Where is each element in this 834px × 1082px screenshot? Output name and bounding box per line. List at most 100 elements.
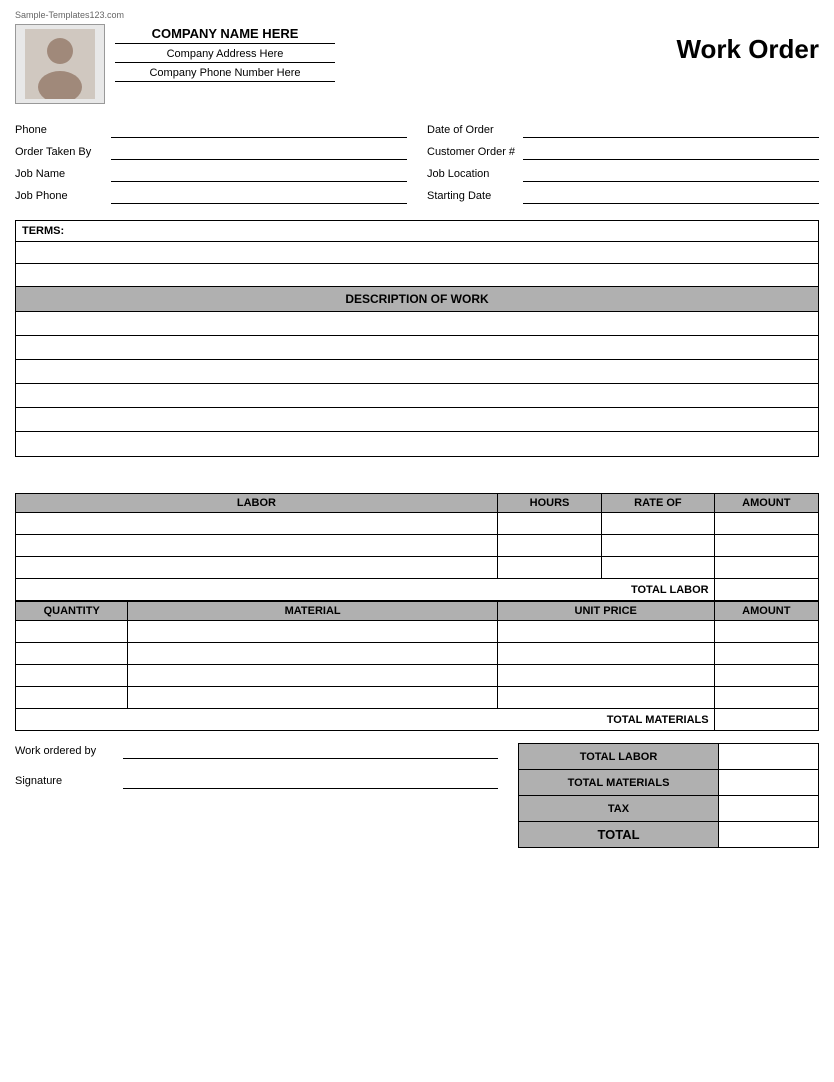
mat-row-1-amount[interactable] bbox=[714, 621, 818, 643]
summary-section: Work ordered by Signature TOTAL LABOR TO… bbox=[15, 743, 819, 848]
input-job-phone[interactable] bbox=[111, 188, 407, 204]
desc-row-3 bbox=[16, 360, 818, 384]
mat-row-1-material[interactable] bbox=[128, 621, 497, 643]
label-job-name: Job Name bbox=[15, 168, 105, 180]
form-row-date: Date of Order bbox=[427, 122, 819, 138]
mat-col-unit-price: UNIT PRICE bbox=[497, 602, 714, 621]
totals-value-tax[interactable] bbox=[719, 796, 819, 822]
work-ordered-by-label: Work ordered by bbox=[15, 745, 115, 757]
totals-row-total: TOTAL bbox=[519, 822, 819, 848]
company-phone: Company Phone Number Here bbox=[115, 67, 335, 82]
mat-row-3-material[interactable] bbox=[128, 665, 497, 687]
form-grid: Phone Order Taken By Job Name Job Phone bbox=[15, 122, 819, 204]
mat-row-3-qty[interactable] bbox=[16, 665, 128, 687]
form-section: Phone Order Taken By Job Name Job Phone bbox=[15, 122, 819, 204]
mat-row-2-unit-price[interactable] bbox=[497, 643, 714, 665]
avatar bbox=[15, 24, 105, 104]
labor-col-rate: RATE OF bbox=[602, 494, 714, 513]
desc-row-6 bbox=[16, 432, 818, 456]
labor-col-labor: LABOR bbox=[16, 494, 498, 513]
form-row-starting-date: Starting Date bbox=[427, 188, 819, 204]
totals-value-total[interactable] bbox=[719, 822, 819, 848]
mat-row-2-material[interactable] bbox=[128, 643, 497, 665]
materials-table: QUANTITY MATERIAL UNIT PRICE AMOUNT bbox=[15, 601, 819, 731]
labor-total-value[interactable] bbox=[714, 579, 818, 601]
totals-section: TOTAL LABOR TOTAL MATERIALS TAX TOTAL bbox=[518, 743, 819, 848]
form-row-job-phone: Job Phone bbox=[15, 188, 407, 204]
terms-row-1 bbox=[16, 242, 818, 264]
label-job-location: Job Location bbox=[427, 168, 517, 180]
desc-row-5 bbox=[16, 408, 818, 432]
terms-row-2 bbox=[16, 264, 818, 286]
label-order-taken: Order Taken By bbox=[15, 146, 105, 158]
mat-row-1 bbox=[16, 621, 819, 643]
totals-label-total: TOTAL bbox=[519, 822, 719, 848]
mat-col-qty: QUANTITY bbox=[16, 602, 128, 621]
mat-row-1-unit-price[interactable] bbox=[497, 621, 714, 643]
company-name: COMPANY NAME HERE bbox=[115, 26, 335, 44]
label-date: Date of Order bbox=[427, 124, 517, 136]
labor-row-2-rate[interactable] bbox=[602, 535, 714, 557]
labor-row-2-amount[interactable] bbox=[714, 535, 818, 557]
totals-label-labor: TOTAL LABOR bbox=[519, 744, 719, 770]
mat-row-2-qty[interactable] bbox=[16, 643, 128, 665]
labor-col-amount: AMOUNT bbox=[714, 494, 818, 513]
company-info: COMPANY NAME HERE Company Address Here C… bbox=[115, 24, 335, 86]
input-date[interactable] bbox=[523, 122, 819, 138]
description-header: DESCRIPTION OF WORK bbox=[16, 287, 818, 312]
mat-row-4-qty[interactable] bbox=[16, 687, 128, 709]
work-ordered-by-input[interactable] bbox=[123, 743, 498, 759]
labor-row-3-amount[interactable] bbox=[714, 557, 818, 579]
labor-total-row: TOTAL LABOR bbox=[16, 579, 819, 601]
description-rows bbox=[16, 312, 818, 456]
mat-row-4-unit-price[interactable] bbox=[497, 687, 714, 709]
mat-row-3-unit-price[interactable] bbox=[497, 665, 714, 687]
input-starting-date[interactable] bbox=[523, 188, 819, 204]
label-starting-date: Starting Date bbox=[427, 190, 517, 202]
materials-total-label: TOTAL MATERIALS bbox=[16, 709, 715, 731]
input-job-name[interactable] bbox=[111, 166, 407, 182]
page-title: Work Order bbox=[676, 24, 819, 65]
mat-row-4-material[interactable] bbox=[128, 687, 497, 709]
totals-value-materials[interactable] bbox=[719, 770, 819, 796]
terms-section: TERMS: bbox=[15, 220, 819, 287]
mat-row-3-amount[interactable] bbox=[714, 665, 818, 687]
terms-rows bbox=[16, 242, 818, 286]
labor-row-3-rate[interactable] bbox=[602, 557, 714, 579]
mat-row-2-amount[interactable] bbox=[714, 643, 818, 665]
label-job-phone: Job Phone bbox=[15, 190, 105, 202]
input-job-location[interactable] bbox=[523, 166, 819, 182]
labor-row-1-amount[interactable] bbox=[714, 513, 818, 535]
labor-row-3-hours[interactable] bbox=[497, 557, 601, 579]
terms-header: TERMS: bbox=[16, 221, 818, 242]
totals-row-materials: TOTAL MATERIALS bbox=[519, 770, 819, 796]
labor-total-label: TOTAL LABOR bbox=[16, 579, 715, 601]
desc-row-2 bbox=[16, 336, 818, 360]
mat-row-4-amount[interactable] bbox=[714, 687, 818, 709]
labor-table: LABOR HOURS RATE OF AMOUNT TOTAL LABOR bbox=[15, 493, 819, 601]
company-address: Company Address Here bbox=[115, 48, 335, 63]
form-row-job-name: Job Name bbox=[15, 166, 407, 182]
input-customer-order[interactable] bbox=[523, 144, 819, 160]
form-row-customer-order: Customer Order # bbox=[427, 144, 819, 160]
labor-row-1-labor[interactable] bbox=[16, 513, 498, 535]
mat-row-1-qty[interactable] bbox=[16, 621, 128, 643]
labor-row-3-labor[interactable] bbox=[16, 557, 498, 579]
input-phone[interactable] bbox=[111, 122, 407, 138]
label-phone: Phone bbox=[15, 124, 105, 136]
desc-row-4 bbox=[16, 384, 818, 408]
mat-col-material: MATERIAL bbox=[128, 602, 497, 621]
header-left: COMPANY NAME HERE Company Address Here C… bbox=[15, 24, 335, 104]
totals-label-materials: TOTAL MATERIALS bbox=[519, 770, 719, 796]
labor-row-1-hours[interactable] bbox=[497, 513, 601, 535]
labor-row-2-labor[interactable] bbox=[16, 535, 498, 557]
labor-row-2-hours[interactable] bbox=[497, 535, 601, 557]
watermark: Sample-Templates123.com bbox=[15, 10, 819, 20]
totals-value-labor[interactable] bbox=[719, 744, 819, 770]
labor-row-1-rate[interactable] bbox=[602, 513, 714, 535]
materials-total-value[interactable] bbox=[714, 709, 818, 731]
signature-input[interactable] bbox=[123, 773, 498, 789]
form-row-job-location: Job Location bbox=[427, 166, 819, 182]
input-order-taken[interactable] bbox=[111, 144, 407, 160]
label-customer-order: Customer Order # bbox=[427, 146, 517, 158]
